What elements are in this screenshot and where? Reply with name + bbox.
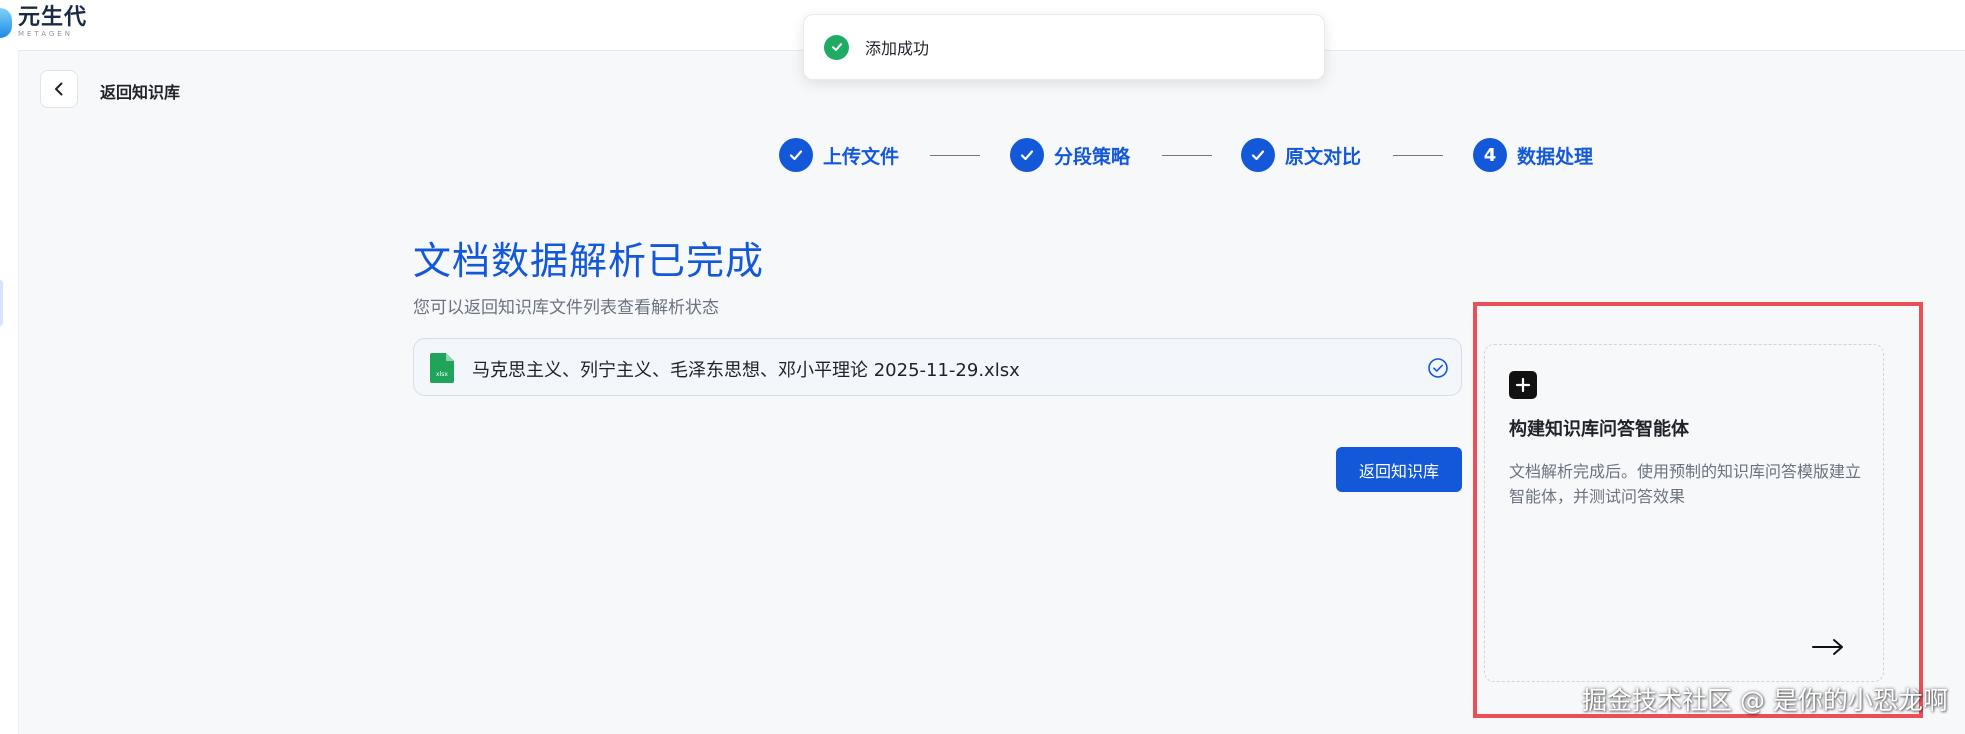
step-check-icon xyxy=(779,138,813,172)
check-circle-icon xyxy=(824,34,849,60)
toast-message: 添加成功 xyxy=(865,39,930,58)
progress-steps: 上传文件 分段策略 原文对比 4 数据处理 xyxy=(0,138,1965,174)
step-check-icon xyxy=(1241,138,1275,172)
logo-text-cn: 元生代 xyxy=(18,5,88,30)
step-label: 分段策略 xyxy=(1054,145,1131,168)
step-segment-strategy: 分段策略 xyxy=(1010,138,1130,172)
plus-icon xyxy=(1509,371,1537,399)
back-to-knowledge-base-link[interactable]: 返回知识库 xyxy=(100,79,180,103)
logo-text-en: METAGEN xyxy=(18,30,73,38)
watermark: 掘金技术社区 @ 是你的小恐龙啊 xyxy=(1582,686,1948,715)
chevron-left-icon xyxy=(55,82,63,96)
back-button[interactable] xyxy=(40,70,78,108)
xlsx-file-icon: xlsx xyxy=(430,353,454,383)
return-knowledge-base-button[interactable]: 返回知识库 xyxy=(1336,447,1462,492)
step-connector xyxy=(1162,155,1212,156)
step-label: 数据处理 xyxy=(1517,145,1594,168)
sidebar-active-indicator xyxy=(0,280,3,326)
check-circle-outline-icon xyxy=(1428,358,1448,378)
page-title: 文档数据解析已完成 xyxy=(413,239,765,283)
step-data-processing: 4 数据处理 xyxy=(1473,138,1593,172)
step-connector xyxy=(930,155,980,156)
app-logo[interactable]: 元生代 METAGEN xyxy=(0,6,87,42)
xlsx-badge-text: xlsx xyxy=(436,371,448,378)
build-agent-card[interactable]: 构建知识库问答智能体 文档解析完成后。使用预制的知识库问答模版建立智能体，并测试… xyxy=(1484,344,1884,682)
logo-mark-icon xyxy=(0,8,12,38)
card-description: 文档解析完成后。使用预制的知识库问答模版建立智能体，并测试问答效果 xyxy=(1509,462,1862,506)
step-label: 原文对比 xyxy=(1285,145,1362,168)
success-toast: 添加成功 xyxy=(803,14,1325,80)
step-upload-file: 上传文件 xyxy=(779,138,899,172)
file-name: 马克思主义、列宁主义、毛泽东思想、邓小平理论 2025-11-29.xlsx xyxy=(472,360,1020,381)
arrow-right-icon[interactable] xyxy=(1811,637,1845,657)
step-number: 4 xyxy=(1473,138,1507,172)
step-check-icon xyxy=(1010,138,1044,172)
card-title: 构建知识库问答智能体 xyxy=(1509,419,1689,440)
step-original-compare: 原文对比 xyxy=(1241,138,1361,172)
step-label: 上传文件 xyxy=(823,145,900,168)
file-list-item[interactable]: xlsx 马克思主义、列宁主义、毛泽东思想、邓小平理论 2025-11-29.x… xyxy=(413,338,1462,396)
step-connector xyxy=(1393,155,1443,156)
page-subtitle: 您可以返回知识库文件列表查看解析状态 xyxy=(413,298,719,318)
